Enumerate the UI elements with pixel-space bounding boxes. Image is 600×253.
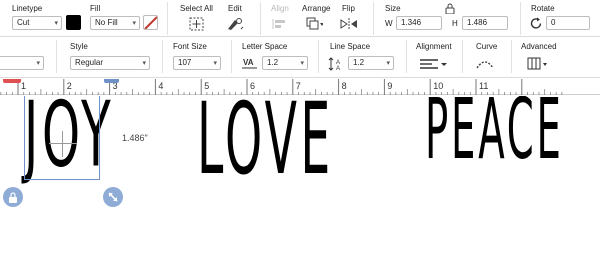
text-love[interactable]: LOVE (197, 96, 334, 197)
curve-icon[interactable] (474, 56, 498, 72)
letter-space-value: 1.2 (267, 58, 279, 67)
linetype-value: Cut (17, 18, 30, 27)
style-label: Style (70, 42, 88, 51)
select-all-icon[interactable] (188, 16, 206, 32)
rotate-icon[interactable] (529, 15, 543, 31)
divider (231, 40, 232, 73)
divider (406, 40, 407, 73)
selection-height-label: 1.486" (122, 133, 148, 143)
letter-space-label: Letter Space (242, 42, 288, 51)
center-crosshair (62, 131, 63, 157)
line-space-field[interactable]: 1.2 ▾ (348, 56, 394, 70)
height-value: 1.486 (467, 18, 488, 27)
ruler-tick-label: 4 (158, 81, 163, 91)
advanced-icon[interactable] (526, 56, 550, 72)
divider (56, 40, 57, 73)
edit-label: Edit (228, 4, 242, 13)
rotate-value: 0 (551, 18, 556, 27)
height-label: H (452, 19, 458, 28)
letter-space-icon: VA (241, 56, 259, 72)
linetype-color-swatch[interactable] (66, 15, 81, 30)
font-size-label: Font Size (173, 42, 207, 51)
width-label: W (385, 19, 393, 28)
style-select[interactable]: Regular ▾ (70, 56, 150, 70)
no-fill-icon (144, 16, 157, 29)
curve-label: Curve (476, 42, 498, 51)
style-value: Regular (75, 58, 104, 67)
fill-label: Fill (90, 4, 101, 13)
flip-label: Flip (342, 4, 355, 13)
design-canvas[interactable]: JOY LOVE PEACE 1.486" (0, 96, 600, 253)
fill-color-swatch[interactable] (143, 15, 158, 30)
divider (162, 40, 163, 73)
ruler-tick-label: 5 (204, 81, 209, 91)
svg-text:VA: VA (243, 58, 254, 67)
resize-handle-icon[interactable] (103, 187, 123, 207)
chevron-down-icon: ▾ (36, 60, 40, 67)
align-icon[interactable] (271, 16, 289, 32)
ruler-marker-left (3, 79, 21, 83)
chevron-down-icon: ▾ (132, 20, 136, 27)
svg-text:A: A (336, 66, 340, 71)
font-size-value: 107 (178, 58, 192, 67)
fill-value: No Fill (95, 18, 118, 27)
height-field[interactable]: 1.486 (462, 16, 508, 30)
ruler-marker-right (104, 79, 119, 83)
font-size-select[interactable]: 107 ▾ (173, 56, 221, 70)
fill-select[interactable]: No Fill ▾ (90, 16, 140, 30)
line-space-icon: AA (328, 56, 346, 72)
edit-toolbar: Linetype Cut ▾ Fill No Fill ▾ Select All… (0, 0, 600, 37)
width-value: 1.346 (401, 18, 422, 27)
rotate-label: Rotate (531, 4, 555, 13)
text-toolbar: ▾ Style Regular ▾ Font Size 107 ▾ Letter… (0, 38, 600, 78)
divider (373, 2, 374, 35)
divider (511, 40, 512, 73)
center-crosshair (49, 143, 77, 144)
linetype-select[interactable]: Cut ▾ (12, 16, 62, 30)
linetype-label: Linetype (12, 4, 43, 13)
ruler-scale: 1 2 3 4 5 6 7 8 9 10 11 (0, 79, 563, 95)
text-align-icon[interactable] (418, 56, 448, 72)
edit-tools-icon[interactable] (226, 16, 244, 32)
chevron-down-icon: ▾ (142, 60, 146, 67)
divider (260, 2, 261, 35)
flip-icon[interactable] (340, 16, 358, 32)
advanced-label: Advanced (521, 42, 557, 51)
arrange-icon[interactable] (305, 16, 323, 32)
lock-handle-icon[interactable] (3, 187, 23, 207)
lock-icon[interactable] (444, 2, 456, 14)
ruler-tick-label: 2 (67, 81, 72, 91)
width-field[interactable]: 1.346 (396, 16, 442, 30)
divider (520, 2, 521, 35)
ruler-tick-label: 10 (433, 81, 443, 91)
chevron-down-icon: ▾ (213, 60, 217, 67)
size-label: Size (385, 4, 401, 13)
text-peace[interactable]: PEACE (425, 96, 564, 178)
ruler-tick-label: 8 (342, 81, 347, 91)
font-select[interactable]: ▾ (0, 56, 44, 70)
ruler-tick-label: 1 (21, 81, 26, 91)
ruler-tick-label: 11 (479, 81, 488, 91)
line-space-label: Line Space (330, 42, 371, 51)
ruler-tick-label: 6 (250, 81, 255, 91)
ruler-tick-label: 9 (387, 81, 392, 91)
divider (318, 40, 319, 73)
chevron-down-icon: ▾ (300, 60, 304, 67)
divider (462, 40, 463, 73)
letter-space-field[interactable]: 1.2 ▾ (262, 56, 308, 70)
divider (167, 2, 168, 35)
rotate-field[interactable]: 0 (546, 16, 590, 30)
chevron-down-icon: ▾ (54, 20, 58, 27)
horizontal-ruler[interactable]: 1 2 3 4 5 6 7 8 9 10 11 (0, 79, 600, 95)
chevron-down-icon: ▾ (386, 60, 390, 67)
line-space-value: 1.2 (353, 58, 365, 67)
arrange-label: Arrange (302, 4, 331, 13)
select-all-label: Select All (180, 4, 213, 13)
align-label: Align (271, 4, 289, 13)
alignment-label: Alignment (416, 42, 452, 51)
ruler-tick-label: 7 (296, 81, 301, 91)
